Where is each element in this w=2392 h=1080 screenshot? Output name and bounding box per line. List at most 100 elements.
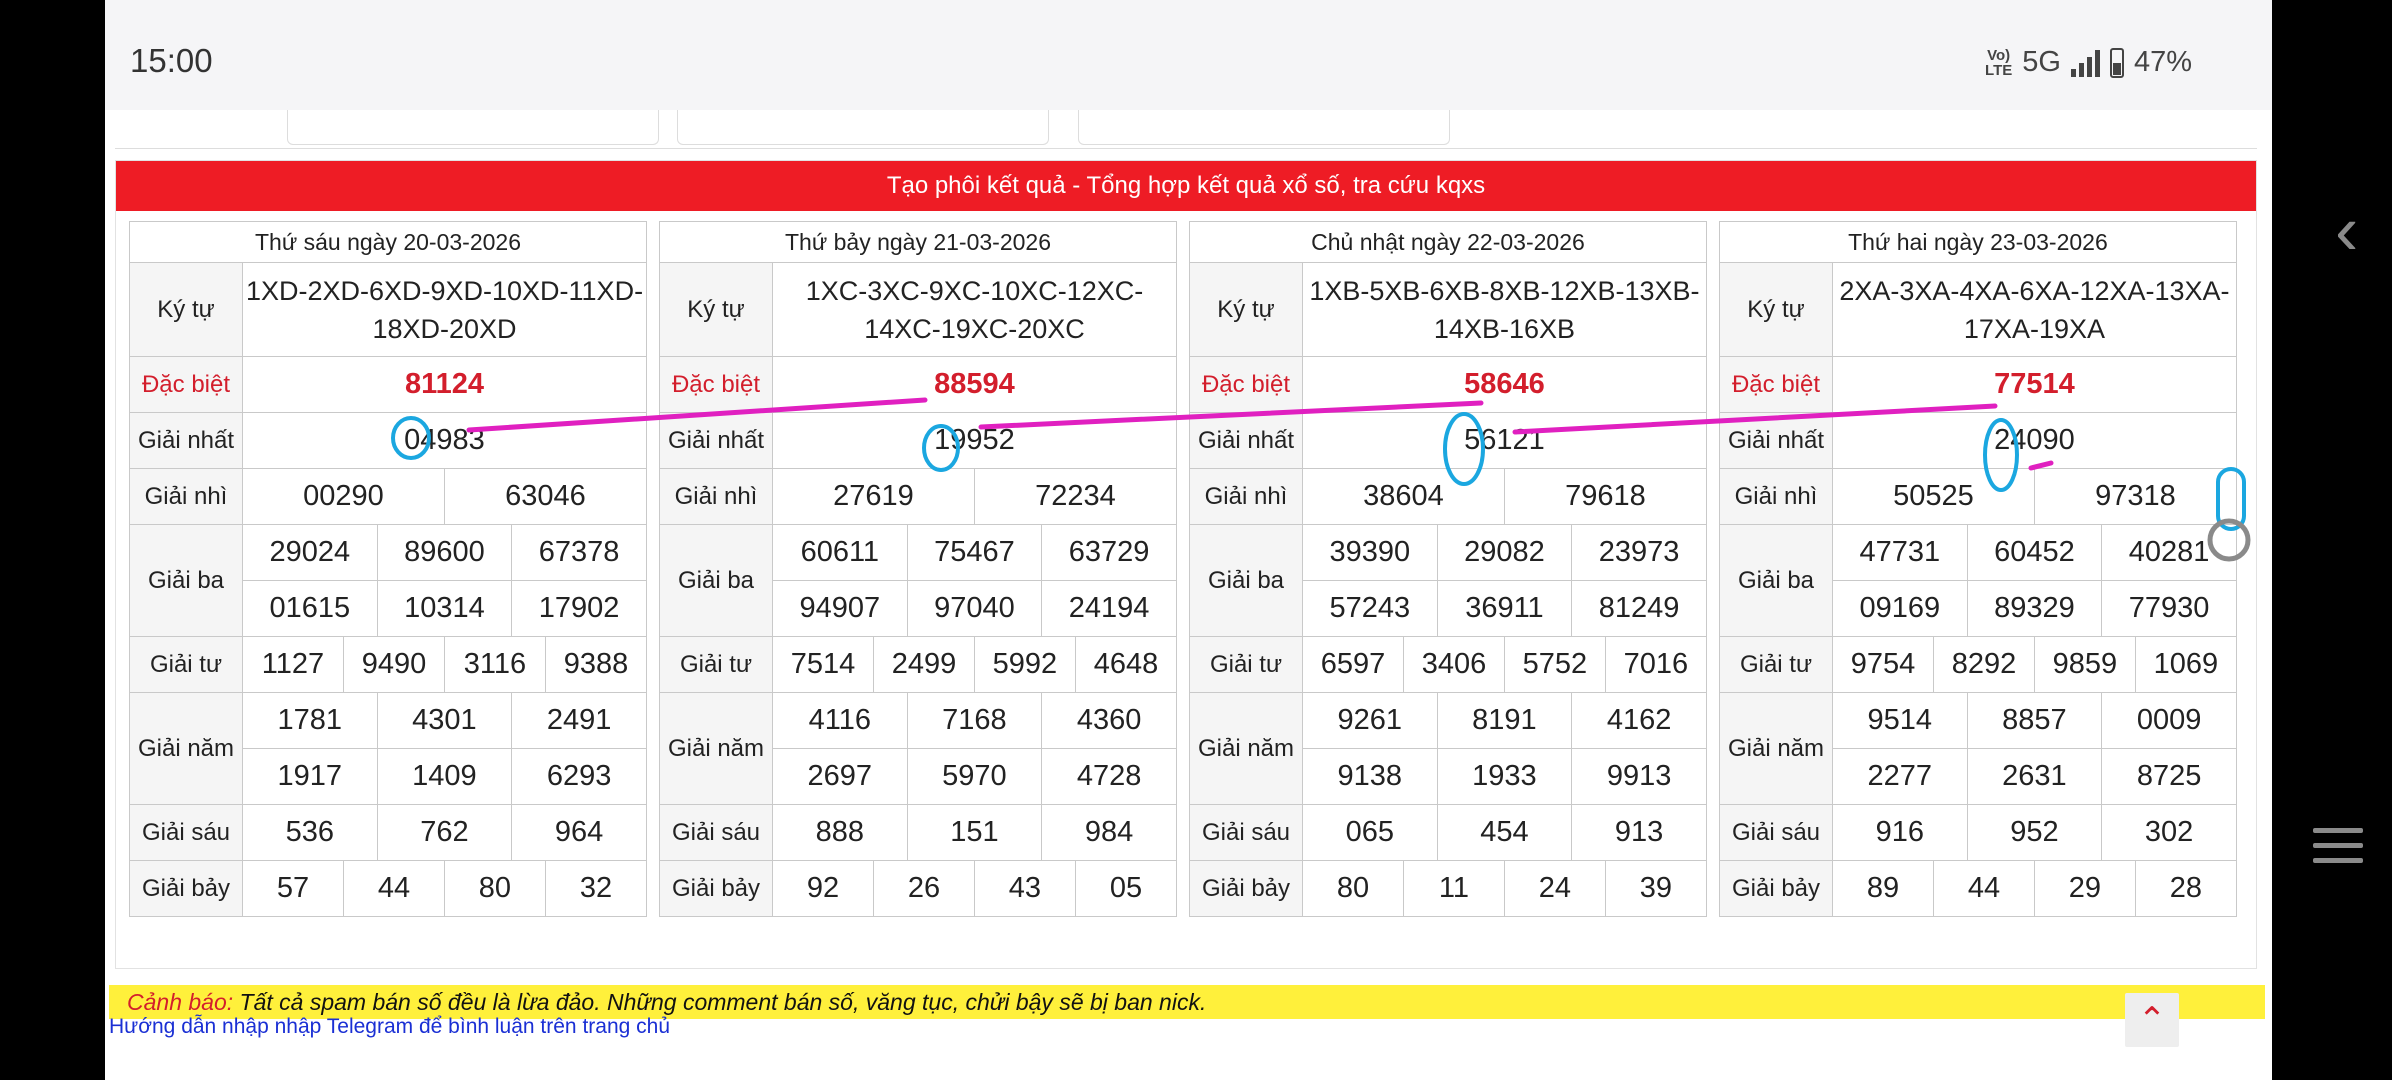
prize-label: Ký tự: [659, 262, 773, 357]
chevron-left-icon[interactable]: ‹: [2335, 195, 2358, 265]
result-cell: 1781: [242, 692, 378, 749]
result-cell: 4301: [376, 692, 513, 749]
result-cell: 8191: [1436, 692, 1573, 749]
signal-icon: [2070, 49, 2100, 77]
prize-label: Đặc biệt: [1719, 356, 1833, 413]
result-cell: 4116: [772, 692, 908, 749]
result-cell: 00290: [242, 468, 445, 525]
result-cell: 24090: [1832, 412, 2237, 469]
battery-level: 47%: [2133, 46, 2192, 78]
volte-icon: Vo) LTE: [1985, 46, 2013, 79]
strip-box: [287, 110, 659, 145]
prize-label: Giải bảy: [1719, 860, 1833, 917]
result-cell: 47731: [1832, 524, 1968, 581]
result-cell: 3116: [443, 636, 546, 693]
result-cell: 79618: [1503, 468, 1707, 525]
result-cell: 9514: [1832, 692, 1968, 749]
result-cell: 5752: [1503, 636, 1606, 693]
result-cell: 23973: [1571, 524, 1707, 581]
screen: 15:00 Vo) LTE 5G 47% Tạo phôi kết quả - T…: [105, 0, 2272, 1080]
chevron-up-icon: ⌃: [2137, 1001, 2167, 1039]
clock: 15:00: [130, 42, 213, 79]
result-table: Thứ sáu ngày 20-03-2026 Ký tự 1XD-2XD-6XD…: [129, 221, 648, 917]
result-cell: 01615: [242, 580, 378, 637]
strip-box: [1078, 110, 1450, 145]
result-cell: 0009: [2101, 692, 2237, 749]
result-cell: 5970: [906, 748, 1043, 805]
result-cell: 984: [1041, 804, 1177, 861]
result-cell: 1933: [1436, 748, 1573, 805]
prize-label: Giải năm: [129, 692, 243, 805]
result-cell: 5992: [973, 636, 1076, 693]
result-cell: 6293: [511, 748, 647, 805]
status-bar: 15:00 Vo) LTE 5G 47%: [105, 0, 2272, 110]
table-date: Chủ nhật ngày 22-03-2026: [1189, 221, 1707, 263]
results-panel: Tạo phôi kết quả - Tổng hợp kết quả xổ s…: [115, 160, 2257, 969]
result-cell: 89: [1832, 860, 1934, 917]
result-cell: 39390: [1302, 524, 1438, 581]
prize-label: Giải tư: [129, 636, 243, 693]
network-label: 5G: [2022, 46, 2061, 78]
prize-label: Ký tự: [1719, 262, 1833, 357]
table-date: Thứ sáu ngày 20-03-2026: [129, 221, 647, 263]
prize-label: Giải nhì: [129, 468, 243, 525]
result-cell: 67378: [511, 524, 647, 581]
result-cell: 24: [1503, 860, 1606, 917]
result-cell: 63046: [443, 468, 648, 525]
result-cell: 92: [772, 860, 874, 917]
result-cell: 29: [2033, 860, 2136, 917]
result-cell: 952: [1966, 804, 2103, 861]
kytu-value: 1XC-3XC-9XC-10XC-12XC-14XC-19XC-20XC: [772, 262, 1177, 357]
result-cell: 4648: [1074, 636, 1178, 693]
result-cell: 6597: [1302, 636, 1404, 693]
prize-label: Giải bảy: [1189, 860, 1303, 917]
status-icons: Vo) LTE 5G 47%: [1985, 46, 2192, 79]
result-cell: 762: [376, 804, 513, 861]
result-cell: 97318: [2033, 468, 2237, 525]
result-table: Thứ hai ngày 23-03-2026 Ký tự 2XA-3XA-4XA…: [1719, 221, 2237, 917]
result-cell: 89600: [376, 524, 513, 581]
prize-label: Đặc biệt: [129, 356, 243, 413]
result-cell: 04983: [242, 412, 647, 469]
result-cell: 964: [511, 804, 647, 861]
result-cell: 9754: [1832, 636, 1934, 693]
result-cell: 50525: [1832, 468, 2035, 525]
result-cell: 454: [1436, 804, 1573, 861]
prize-label: Giải bảy: [659, 860, 773, 917]
prize-label: Giải tư: [1189, 636, 1303, 693]
result-cell: 11: [1402, 860, 1505, 917]
result-cell: 75467: [906, 524, 1043, 581]
result-cell: 302: [2101, 804, 2237, 861]
result-cell: 913: [1571, 804, 1707, 861]
prize-label: Giải ba: [129, 524, 243, 637]
result-cell: 4360: [1041, 692, 1177, 749]
result-cell: 60452: [1966, 524, 2103, 581]
result-cell: 9388: [544, 636, 648, 693]
result-table: Thứ bảy ngày 21-03-2026 Ký tự 1XC-3XC-9XC…: [659, 221, 1178, 917]
banner-title: Tạo phôi kết quả - Tổng hợp kết quả xổ s…: [116, 161, 2256, 211]
warning-text: Tất cả spam bán số đều là lừa đảo. Những…: [233, 989, 1207, 1015]
result-cell: 29082: [1436, 524, 1573, 581]
prize-label: Đặc biệt: [659, 356, 773, 413]
prize-label: Ký tự: [1189, 262, 1303, 357]
result-cell: 36911: [1436, 580, 1573, 637]
result-cell: 94907: [772, 580, 908, 637]
prize-label: Giải nhất: [659, 412, 773, 469]
result-table: Chủ nhật ngày 22-03-2026 Ký tự 1XB-5XB-6X…: [1189, 221, 1707, 917]
result-cell: 8292: [1932, 636, 2035, 693]
scroll-top-button[interactable]: ⌃: [2125, 993, 2179, 1047]
result-cell: 57: [242, 860, 344, 917]
result-cell: 065: [1302, 804, 1438, 861]
result-cell: 7168: [906, 692, 1043, 749]
result-cell: 32: [544, 860, 648, 917]
hamburger-icon[interactable]: [2313, 828, 2363, 873]
navigation-bar: [2272, 0, 2392, 1080]
result-cell: 40281: [2101, 524, 2237, 581]
telegram-link[interactable]: Hướng dẫn nhập nhập Telegram để bình luậ…: [109, 1015, 670, 1039]
prize-label: Giải tư: [659, 636, 773, 693]
result-cell: 80: [443, 860, 546, 917]
result-cell: 10314: [376, 580, 513, 637]
result-cell: 2631: [1966, 748, 2103, 805]
result-cell: 9138: [1302, 748, 1438, 805]
result-cell: 2277: [1832, 748, 1968, 805]
